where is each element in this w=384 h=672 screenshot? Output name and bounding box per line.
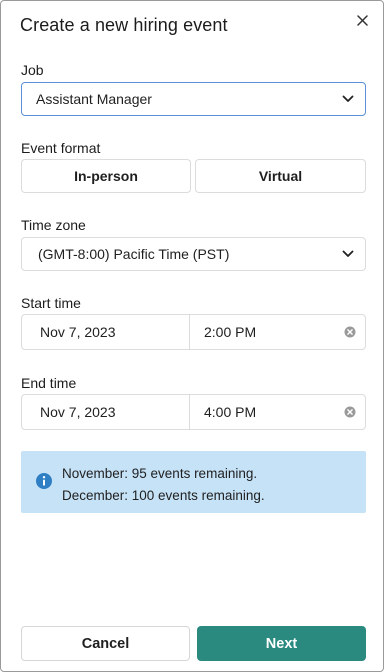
chevron-down-icon: [341, 247, 355, 261]
end-time-label: End time: [21, 375, 77, 391]
job-label: Job: [21, 62, 44, 78]
close-button[interactable]: [352, 10, 372, 30]
job-select[interactable]: Assistant Manager: [21, 82, 366, 116]
virtual-option[interactable]: Virtual: [195, 159, 366, 193]
december-remaining: December: 100 events remaining.: [62, 488, 265, 503]
time-zone-label: Time zone: [21, 217, 86, 233]
chevron-down-icon: [341, 92, 355, 106]
info-text: November: 95 events remaining. December:…: [62, 463, 265, 507]
job-selected-value: Assistant Manager: [36, 91, 152, 107]
end-time-row: Nov 7, 2023 4:00 PM: [21, 394, 366, 430]
start-time-row: Nov 7, 2023 2:00 PM: [21, 314, 366, 350]
hiring-event-dialog: Create a new hiring event Job Assistant …: [0, 0, 384, 672]
dialog-title: Create a new hiring event: [20, 15, 228, 35]
cancel-button[interactable]: Cancel: [21, 626, 190, 661]
start-time-value: 2:00 PM: [204, 324, 257, 340]
clear-icon[interactable]: [343, 405, 357, 419]
start-date-input[interactable]: Nov 7, 2023: [22, 315, 190, 349]
in-person-option[interactable]: In-person: [21, 159, 191, 193]
end-time-input[interactable]: 4:00 PM: [190, 395, 365, 429]
end-date-input[interactable]: Nov 7, 2023: [22, 395, 190, 429]
event-format-label: Event format: [21, 140, 101, 156]
next-button[interactable]: Next: [197, 626, 366, 661]
time-zone-selected-value: (GMT-8:00) Pacific Time (PST): [38, 246, 230, 262]
start-time-label: Start time: [21, 295, 81, 311]
start-time-input[interactable]: 2:00 PM: [190, 315, 365, 349]
close-icon: [356, 14, 368, 26]
info-icon: [36, 473, 52, 489]
events-remaining-banner: November: 95 events remaining. December:…: [21, 451, 366, 513]
november-remaining: November: 95 events remaining.: [62, 466, 258, 481]
clear-icon[interactable]: [343, 325, 357, 339]
end-time-value: 4:00 PM: [204, 404, 257, 420]
time-zone-select[interactable]: (GMT-8:00) Pacific Time (PST): [21, 237, 366, 271]
